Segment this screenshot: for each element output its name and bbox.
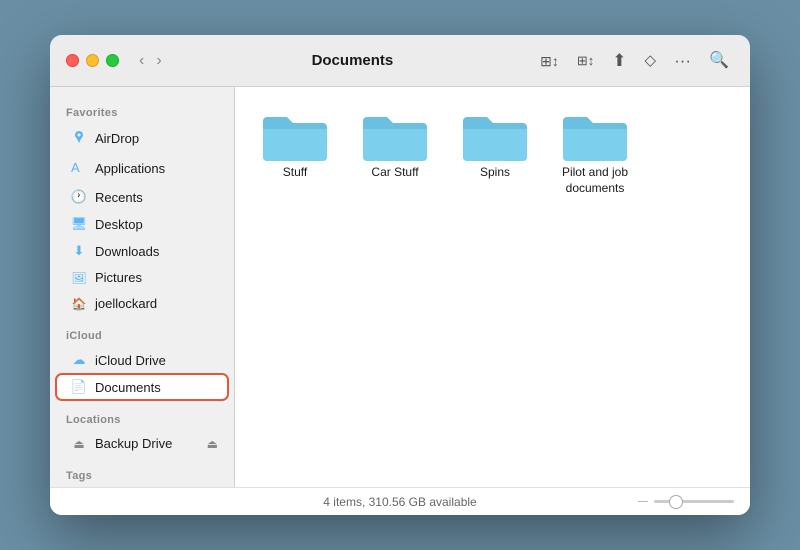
slider-track[interactable] bbox=[654, 500, 734, 503]
desktop-icon: 🖥 bbox=[70, 216, 88, 232]
backup-drive-label: Backup Drive bbox=[95, 436, 172, 451]
minimize-button[interactable] bbox=[86, 54, 99, 67]
file-area: Stuff Car Stuff Spins bbox=[235, 87, 750, 487]
sidebar-item-icloud-drive[interactable]: ☁ iCloud Drive bbox=[56, 347, 228, 373]
favorites-label: Favorites bbox=[50, 99, 234, 123]
folder-icon-stuff bbox=[259, 107, 331, 165]
close-button[interactable] bbox=[66, 54, 79, 67]
view-toggle-button[interactable]: ⊞↕ bbox=[535, 51, 564, 71]
folder-icon-pilot-job bbox=[559, 107, 631, 165]
sidebar-item-documents[interactable]: 📄 Documents bbox=[56, 374, 228, 400]
recents-label: Recents bbox=[95, 190, 143, 205]
file-label-car-stuff: Car Stuff bbox=[371, 165, 418, 181]
sidebar-item-backup-drive[interactable]: ⏏ Backup Drive ⏏ bbox=[56, 431, 228, 456]
documents-label: Documents bbox=[95, 380, 161, 395]
maximize-button[interactable] bbox=[106, 54, 119, 67]
titlebar: ‹ › Documents ⊞↕ ⊞↕ ⬆ ◇ ··· 🔍 bbox=[50, 35, 750, 87]
grid-view-button[interactable]: ⊞↕ bbox=[572, 51, 599, 70]
documents-icon: 📄 bbox=[70, 379, 88, 395]
toolbar-right: ⊞↕ ⊞↕ ⬆ ◇ ··· 🔍 bbox=[535, 49, 734, 72]
pictures-label: Pictures bbox=[95, 270, 142, 285]
eject-icon[interactable]: ⏏ bbox=[207, 437, 218, 451]
applications-icon: A bbox=[70, 159, 88, 178]
sidebar-item-pictures[interactable]: 🖼 Pictures bbox=[56, 265, 228, 290]
file-item-spins[interactable]: Spins bbox=[455, 107, 535, 467]
applications-label: Applications bbox=[95, 161, 165, 176]
home-icon: 🏠 bbox=[70, 297, 88, 311]
back-button[interactable]: ‹ bbox=[135, 51, 148, 71]
icloud-icon: ☁ bbox=[70, 352, 88, 368]
downloads-label: Downloads bbox=[95, 244, 159, 259]
file-item-car-stuff[interactable]: Car Stuff bbox=[355, 107, 435, 467]
file-label-stuff: Stuff bbox=[283, 165, 307, 181]
more-button[interactable]: ··· bbox=[669, 49, 696, 72]
zoom-min-icon: — bbox=[638, 496, 648, 507]
sidebar-item-recents[interactable]: 🕐 Recents bbox=[56, 184, 228, 210]
file-label-pilot-job: Pilot and job documents bbox=[555, 165, 635, 196]
sidebar: Favorites AirDrop A Applications bbox=[50, 87, 235, 487]
share-button[interactable]: ⬆ bbox=[607, 49, 631, 72]
file-item-pilot-job[interactable]: Pilot and job documents bbox=[555, 107, 635, 467]
folder-icon-spins bbox=[459, 107, 531, 165]
folder-icon-car-stuff bbox=[359, 107, 431, 165]
tags-label: Tags bbox=[50, 462, 234, 486]
sidebar-item-joellockard[interactable]: 🏠 joellockard bbox=[56, 291, 228, 316]
file-grid: Stuff Car Stuff Spins bbox=[255, 107, 730, 467]
traffic-lights bbox=[66, 54, 119, 67]
finder-window: ‹ › Documents ⊞↕ ⊞↕ ⬆ ◇ ··· 🔍 Favorites bbox=[50, 35, 750, 515]
sidebar-item-airdrop[interactable]: AirDrop bbox=[56, 124, 228, 153]
file-item-stuff[interactable]: Stuff bbox=[255, 107, 335, 467]
sidebar-item-applications[interactable]: A Applications bbox=[56, 154, 228, 183]
locations-label: Locations bbox=[50, 406, 234, 430]
svg-text:A: A bbox=[71, 160, 80, 175]
window-title: Documents bbox=[178, 52, 528, 69]
sidebar-item-desktop[interactable]: 🖥 Desktop bbox=[56, 211, 228, 237]
content-area: Favorites AirDrop A Applications bbox=[50, 87, 750, 487]
icloud-label: iCloud bbox=[50, 322, 234, 346]
status-text: 4 items, 310.56 GB available bbox=[323, 495, 476, 509]
sidebar-item-downloads[interactable]: ⬇ Downloads bbox=[56, 238, 228, 264]
recents-icon: 🕐 bbox=[70, 189, 88, 205]
file-label-spins: Spins bbox=[480, 165, 510, 181]
icloud-drive-label: iCloud Drive bbox=[95, 353, 166, 368]
joellockard-label: joellockard bbox=[95, 296, 157, 311]
airdrop-label: AirDrop bbox=[95, 131, 139, 146]
tag-button[interactable]: ◇ bbox=[640, 50, 662, 71]
desktop-label: Desktop bbox=[95, 217, 143, 232]
zoom-slider[interactable]: — bbox=[638, 496, 734, 507]
nav-arrows: ‹ › bbox=[135, 51, 166, 71]
downloads-icon: ⬇ bbox=[70, 243, 88, 259]
search-button[interactable]: 🔍 bbox=[704, 50, 734, 72]
forward-button[interactable]: › bbox=[152, 51, 165, 71]
slider-thumb[interactable] bbox=[669, 495, 683, 509]
pictures-icon: 🖼 bbox=[70, 271, 88, 285]
airdrop-icon bbox=[70, 129, 88, 148]
backup-icon: ⏏ bbox=[70, 437, 88, 451]
status-bar: 4 items, 310.56 GB available — bbox=[50, 487, 750, 515]
